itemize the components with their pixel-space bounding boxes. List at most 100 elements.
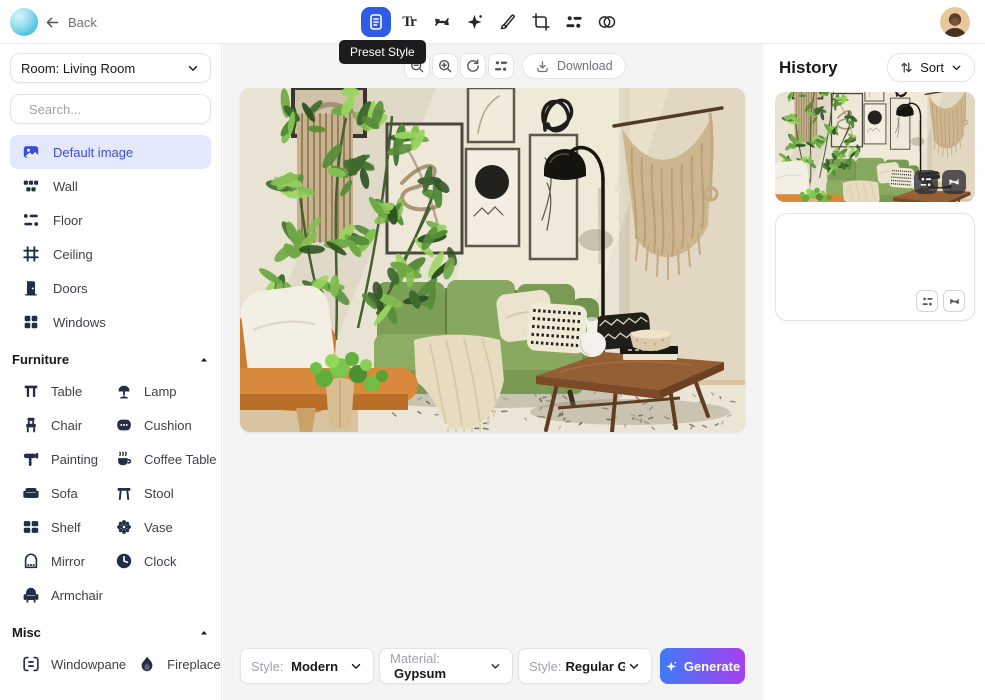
furniture-item-armchair[interactable]: Armchair: [10, 578, 103, 612]
blend-button[interactable]: [592, 7, 622, 37]
floor-icon: [22, 211, 40, 229]
furniture-item-lamp[interactable]: Lamp: [103, 374, 217, 408]
misc-item-fireplace[interactable]: Fireplace: [126, 647, 220, 681]
coffee-cup-icon: [115, 450, 133, 468]
reset-view-button[interactable]: [460, 53, 486, 79]
swap-button[interactable]: [427, 7, 457, 37]
image-icon: [22, 143, 40, 161]
furniture-item-mirror[interactable]: Mirror: [10, 544, 103, 578]
furniture-item-cushion[interactable]: Cushion: [103, 408, 217, 442]
history-item-thumbnail[interactable]: [775, 92, 975, 202]
preset-style-button[interactable]: [361, 7, 391, 37]
generate-button[interactable]: Generate: [660, 648, 745, 684]
zoom-in-button[interactable]: [432, 53, 458, 79]
app-logo-icon[interactable]: [10, 8, 38, 36]
furniture-item-sofa[interactable]: Sofa: [10, 476, 103, 510]
sidebar-item-label: Default image: [53, 145, 133, 160]
top-bar: Back Tr: [0, 0, 985, 44]
blend-circles-icon: [597, 12, 617, 32]
ceiling-icon: [22, 245, 40, 263]
furniture-item-label: Clock: [144, 554, 177, 569]
sidebar-item-label: Ceiling: [53, 247, 93, 262]
material-dropdown[interactable]: Material: Gypsum: [379, 648, 513, 684]
refresh-icon: [465, 58, 481, 74]
room-selector[interactable]: Room: Living Room: [10, 53, 211, 83]
dropdown-label: Style:: [251, 659, 284, 674]
misc-section-header[interactable]: Misc: [12, 625, 209, 640]
furniture-section-header[interactable]: Furniture: [12, 352, 209, 367]
furniture-item-clock[interactable]: Clock: [103, 544, 217, 578]
sidebar-item-doors[interactable]: Doors: [10, 271, 211, 305]
download-button[interactable]: Download: [522, 53, 626, 79]
swap-icon: [432, 12, 452, 32]
furniture-item-label: Mirror: [51, 554, 85, 569]
furniture-item-label: Table: [51, 384, 82, 399]
furniture-item-label: Armchair: [51, 588, 103, 603]
swap-icon: [947, 175, 961, 189]
style-dropdown[interactable]: Style: Modern: [240, 648, 374, 684]
tooltip-text: Preset Style: [350, 45, 415, 59]
furniture-item-label: Sofa: [51, 486, 78, 501]
compare-adjust-icon: [921, 295, 934, 308]
swap-icon: [948, 295, 961, 308]
furniture-item-label: Stool: [144, 486, 174, 501]
furniture-item-stool[interactable]: Stool: [103, 476, 217, 510]
sort-button[interactable]: Sort: [887, 53, 975, 82]
sidebar-item-ceiling[interactable]: Ceiling: [10, 237, 211, 271]
chair-icon: [22, 416, 40, 434]
editor-canvas: Download: [223, 44, 763, 700]
furniture-item-label: Coffee Table: [144, 452, 217, 467]
search-field: [10, 94, 211, 124]
furniture-item-chair[interactable]: Chair: [10, 408, 103, 442]
furniture-item-painting[interactable]: Painting: [10, 442, 103, 476]
back-button[interactable]: Back: [44, 0, 97, 44]
left-sidebar: Room: Living Room Default image Wall Flo…: [0, 44, 222, 700]
furniture-item-table[interactable]: Table: [10, 374, 103, 408]
sidebar-item-windows[interactable]: Windows: [10, 305, 211, 339]
windowpane-icon: [22, 655, 40, 673]
download-label: Download: [557, 59, 613, 73]
compare-history-button[interactable]: [916, 290, 938, 312]
compare-adjust-icon: [493, 58, 509, 74]
furniture-item-vase[interactable]: Vase: [103, 510, 217, 544]
swap-history-button[interactable]: [943, 290, 965, 312]
wall-icon: [22, 177, 40, 195]
download-icon: [535, 59, 550, 74]
enhance-button[interactable]: [460, 7, 490, 37]
sidebar-item-label: Wall: [53, 179, 78, 194]
sidebar-item-default-image[interactable]: Default image: [10, 135, 211, 169]
paintbrush-button[interactable]: [493, 7, 523, 37]
generate-sparkle-icon: [665, 660, 678, 673]
adjustments-icon: [564, 12, 584, 32]
history-item-pending[interactable]: [775, 213, 975, 321]
adjustments-button[interactable]: [559, 7, 589, 37]
typography-button[interactable]: Tr: [394, 7, 424, 37]
dropdown-value: Regular Gyp...: [566, 659, 625, 674]
search-input[interactable]: [29, 102, 205, 117]
sidebar-item-floor[interactable]: Floor: [10, 203, 211, 237]
windows-icon: [22, 313, 40, 331]
dropdown-label: Material:: [390, 651, 440, 666]
compare-button[interactable]: [488, 53, 514, 79]
clock-icon: [115, 552, 133, 570]
furniture-grid: Table Lamp Chair Cushion Painting Coffee…: [10, 374, 211, 612]
main-image[interactable]: [240, 88, 745, 432]
sofa-icon: [22, 484, 40, 502]
sidebar-item-wall[interactable]: Wall: [10, 169, 211, 203]
mirror-icon: [22, 552, 40, 570]
furniture-item-coffee-table[interactable]: Coffee Table: [103, 442, 217, 476]
substyle-dropdown[interactable]: Style: Regular Gyp...: [518, 648, 652, 684]
generate-label: Generate: [684, 659, 740, 674]
user-avatar[interactable]: [940, 7, 970, 37]
furniture-item-shelf[interactable]: Shelf: [10, 510, 103, 544]
swap-history-button[interactable]: [942, 170, 966, 194]
collapse-triangle-icon: [199, 628, 209, 638]
furniture-item-label: Lamp: [144, 384, 177, 399]
misc-section-title: Misc: [12, 625, 41, 640]
chevron-down-icon: [186, 61, 200, 75]
compare-history-button[interactable]: [914, 170, 938, 194]
furniture-item-label: Chair: [51, 418, 82, 433]
crop-button[interactable]: [526, 7, 556, 37]
furniture-section-title: Furniture: [12, 352, 69, 367]
misc-item-windowpane[interactable]: Windowpane: [10, 647, 126, 681]
